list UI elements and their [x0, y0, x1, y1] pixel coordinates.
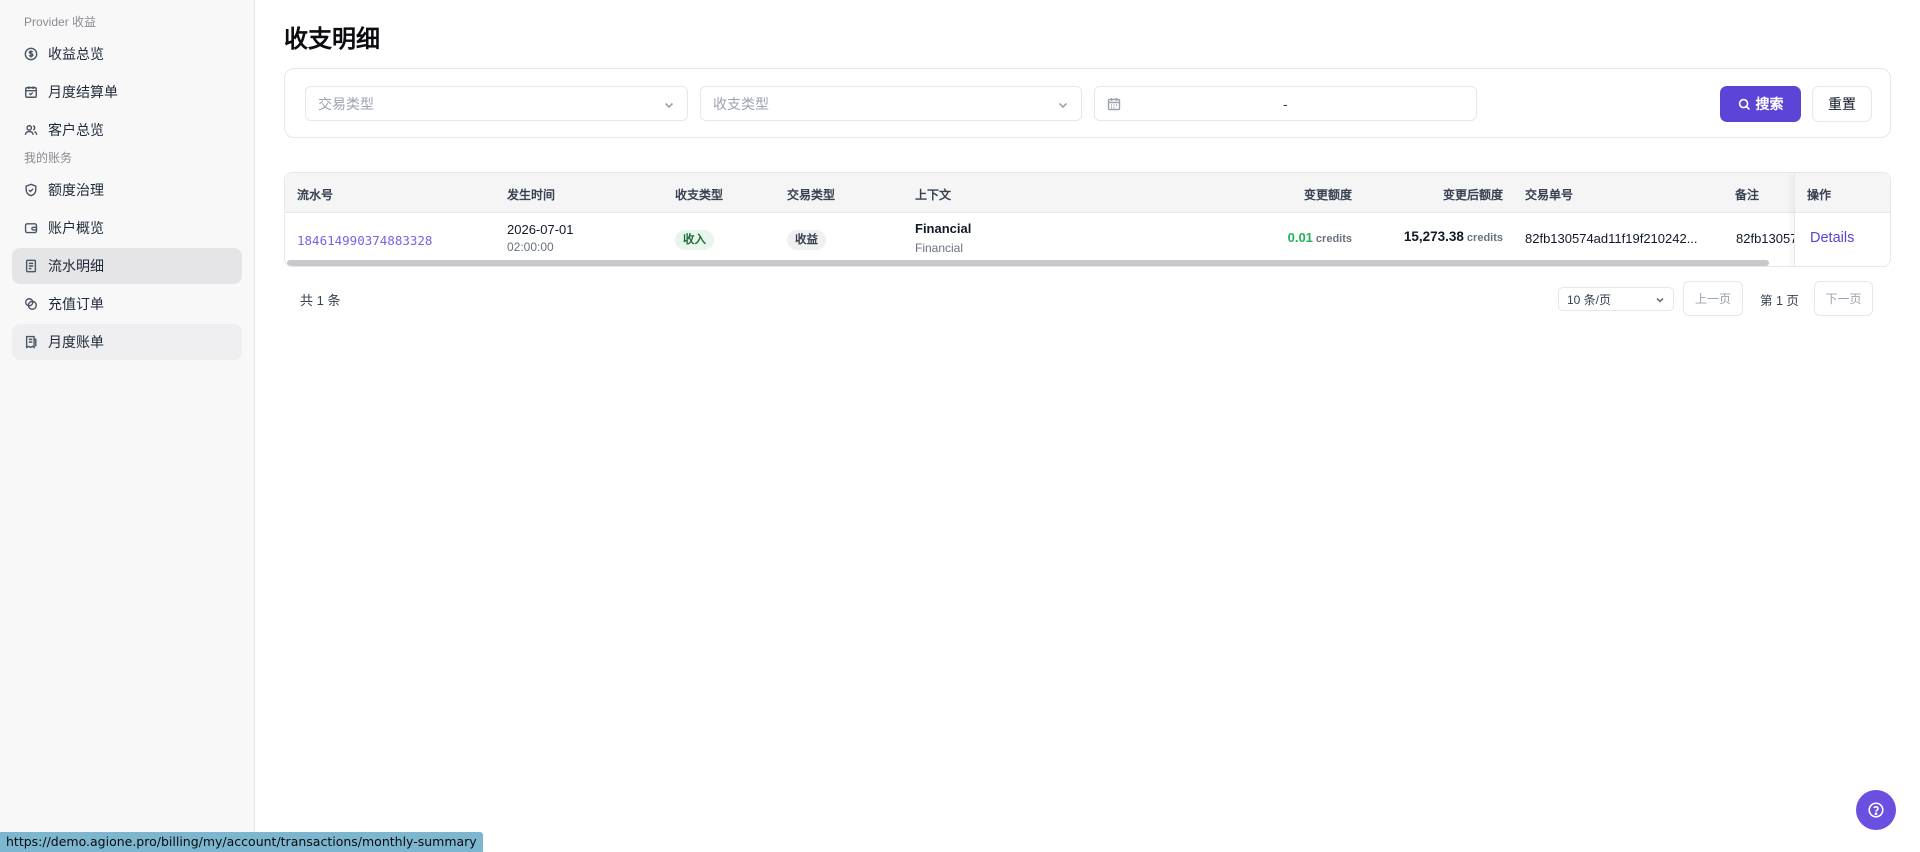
- shield-icon: [24, 183, 38, 197]
- income-type-select[interactable]: 收支类型: [700, 86, 1082, 121]
- header-remark: 备注: [1735, 188, 1760, 202]
- actions-column: 操作 Details: [1794, 173, 1890, 266]
- change-unit: credits: [1315, 233, 1352, 245]
- page-size-label: 10 条/页: [1567, 292, 1612, 307]
- sidebar-item-quota-governance[interactable]: 额度治理: [12, 172, 242, 208]
- sidebar-item-recharge-orders[interactable]: 充值订单: [12, 286, 242, 322]
- help-button[interactable]: [1856, 790, 1896, 830]
- status-bar-url: https://demo.agione.pro/billing/my/accou…: [0, 832, 483, 852]
- header-context: 上下文: [915, 188, 952, 202]
- header-order: 交易单号: [1525, 188, 1574, 202]
- search-icon: [1738, 98, 1750, 110]
- change-amount: 0.01 credits: [1250, 230, 1352, 245]
- sidebar-item-label: 客户总览: [48, 122, 104, 138]
- io-type-badge: 收入: [675, 230, 714, 250]
- sidebar-item-label: 流水明细: [48, 258, 104, 274]
- header-serial: 流水号: [297, 188, 334, 202]
- trade-type-placeholder: 交易类型: [318, 95, 374, 112]
- search-button[interactable]: 搜索: [1720, 86, 1801, 122]
- table-header: 流水号 发生时间 收支类型 交易类型 上下文 变更额度 变更后额度 交易单号 备…: [285, 173, 1890, 213]
- remark: 82fb13057: [1736, 231, 1798, 246]
- header-after: 变更后额度: [1442, 188, 1503, 202]
- prev-page-button[interactable]: 上一页: [1683, 281, 1743, 316]
- chevron-down-icon: [1656, 297, 1664, 303]
- trade-type-select[interactable]: 交易类型: [305, 86, 688, 121]
- page-size-select[interactable]: 10 条/页: [1558, 287, 1674, 311]
- sidebar-item-label: 月度账单: [48, 334, 104, 350]
- sidebar-item-monthly-bills[interactable]: 月度账单: [12, 324, 242, 360]
- total-count: 共 1 条: [300, 293, 341, 308]
- sidebar-section-provider: Provider 收益: [24, 15, 97, 29]
- sidebar-item-transactions[interactable]: 流水明细: [12, 248, 242, 284]
- calendar-icon: [24, 85, 38, 99]
- horizontal-scrollbar[interactable]: [287, 260, 1769, 266]
- after-unit: credits: [1466, 232, 1503, 244]
- calendar-icon: [1107, 97, 1121, 111]
- date-range-separator: -: [1283, 95, 1288, 112]
- header-time: 发生时间: [507, 188, 556, 202]
- after-value: 15,273.38: [1403, 229, 1464, 244]
- sidebar-item-label: 收益总览: [48, 46, 104, 62]
- sidebar-section-my-account: 我的账务: [24, 151, 73, 165]
- sidebar-item-label: 月度结算单: [48, 84, 118, 100]
- reset-button[interactable]: 重置: [1812, 86, 1872, 122]
- sidebar-item-label: 额度治理: [48, 182, 104, 198]
- date-range-picker[interactable]: -: [1094, 86, 1477, 121]
- main-content: 收支明细 交易类型 收支类型 - 搜索 重置 流水号 发生时间 收支类型 交易类…: [284, 0, 1892, 852]
- transactions-table: 流水号 发生时间 收支类型 交易类型 上下文 变更额度 变更后额度 交易单号 备…: [284, 172, 1891, 267]
- sidebar: Provider 收益 收益总览 月度结算单 客户总览 我的账务 额度治理 账户…: [0, 0, 255, 852]
- header-change: 变更额度: [1303, 188, 1352, 202]
- chevron-down-icon: [663, 98, 675, 110]
- header-io-type: 收支类型: [675, 188, 724, 202]
- sidebar-item-label: 账户概览: [48, 220, 104, 236]
- wallet-icon: [24, 221, 38, 235]
- details-link[interactable]: Details: [1810, 230, 1854, 246]
- context-subtitle: Financial: [915, 241, 964, 255]
- receipt-icon: [24, 335, 38, 349]
- sidebar-item-monthly-statement[interactable]: 月度结算单: [12, 74, 242, 110]
- sidebar-item-account-overview[interactable]: 账户概览: [12, 210, 242, 246]
- income-type-placeholder: 收支类型: [713, 95, 769, 112]
- serial-link[interactable]: 184614990374883328: [297, 233, 432, 248]
- sidebar-item-revenue-overview[interactable]: 收益总览: [12, 36, 242, 72]
- next-page-button[interactable]: 下一页: [1814, 281, 1873, 316]
- current-page: 第 1 页: [1760, 294, 1799, 308]
- row-time: 02:00:00: [507, 240, 554, 254]
- sidebar-item-label: 充值订单: [48, 296, 104, 312]
- page-title: 收支明细: [284, 26, 380, 53]
- after-amount: 15,273.38 credits: [1370, 229, 1503, 244]
- users-icon: [24, 123, 38, 137]
- header-actions: 操作: [1807, 188, 1832, 202]
- row-date: 2026-07-01: [507, 222, 574, 237]
- order-number: 82fb130574ad11f19f210242...: [1525, 231, 1698, 246]
- trade-type-badge: 收益: [787, 230, 826, 250]
- help-icon: [1868, 802, 1884, 818]
- document-icon: [24, 259, 38, 273]
- coins-icon: [24, 297, 38, 311]
- search-button-label: 搜索: [1755, 96, 1784, 112]
- chevron-down-icon: [1057, 98, 1069, 110]
- sidebar-item-customer-overview[interactable]: 客户总览: [12, 112, 242, 148]
- filter-bar: 交易类型 收支类型 - 搜索 重置: [284, 68, 1891, 138]
- header-trade-type: 交易类型: [787, 188, 836, 202]
- dollar-circle-icon: [24, 47, 38, 61]
- change-value: 0.01: [1287, 230, 1313, 245]
- context-title: Financial: [915, 221, 972, 236]
